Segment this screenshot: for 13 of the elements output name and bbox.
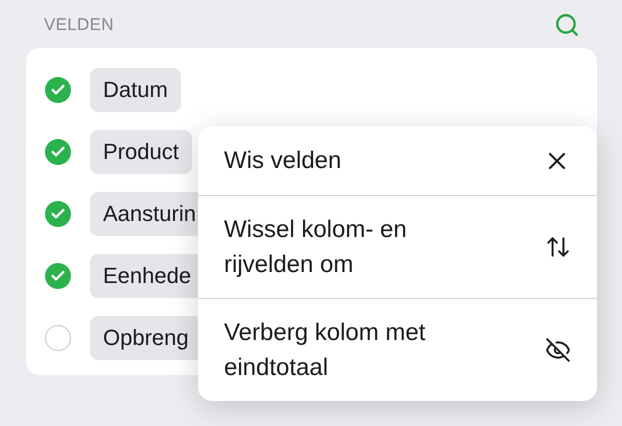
field-checkbox[interactable] xyxy=(45,325,71,351)
field-checkbox[interactable] xyxy=(45,139,71,165)
eye-slash-icon xyxy=(545,337,571,363)
menu-item[interactable]: Wis velden xyxy=(198,126,597,195)
field-checkbox[interactable] xyxy=(45,77,71,103)
field-chip[interactable]: Product xyxy=(90,130,192,174)
field-checkbox[interactable] xyxy=(45,201,71,227)
field-checkbox[interactable] xyxy=(45,263,71,289)
menu-item[interactable]: Verberg kolom met eindtotaal xyxy=(198,298,597,401)
search-icon[interactable] xyxy=(554,12,580,38)
menu-item[interactable]: Wissel kolom- en rijvelden om xyxy=(198,195,597,298)
section-title: VELDEN xyxy=(44,15,114,35)
field-chip[interactable]: Datum xyxy=(90,68,181,112)
